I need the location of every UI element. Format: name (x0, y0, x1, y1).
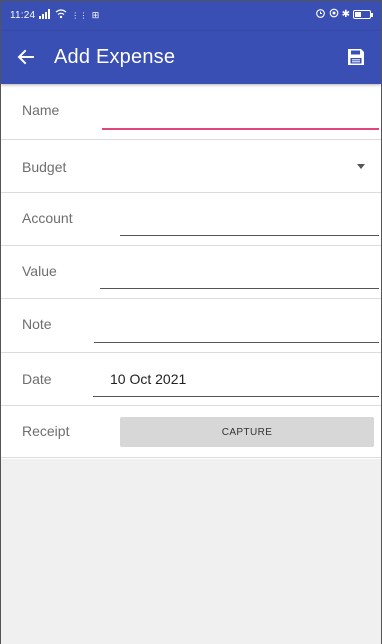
name-field-underline (102, 128, 379, 130)
alarm-icon (315, 8, 326, 20)
account-row: Account (1, 193, 381, 246)
status-left: 11:24 ⋮⋮ ⊞ (10, 9, 99, 22)
app-screen: 11:24 ⋮⋮ ⊞ ✱ Add Expense Name Budget Acc… (0, 0, 382, 644)
save-icon (348, 49, 364, 65)
page-title: Add Expense (54, 46, 176, 68)
name-row: Name (1, 85, 381, 140)
arrow-left-icon (17, 49, 34, 65)
name-field[interactable] (102, 95, 379, 131)
receipt-label: Receipt (22, 423, 70, 439)
network-speed-icon: ⋮⋮ (71, 11, 88, 20)
empty-content-area (1, 459, 381, 644)
status-time: 11:24 (10, 10, 36, 21)
status-right: ✱ (315, 8, 373, 20)
account-label: Account (22, 210, 73, 226)
location-icon (329, 8, 339, 20)
note-field[interactable] (94, 307, 379, 343)
note-row: Note (1, 299, 381, 353)
budget-row: Budget (1, 140, 381, 193)
receipt-row: Receipt CAPTURE (1, 406, 381, 458)
chevron-down-icon (357, 164, 365, 169)
expense-form: Name Budget Account Value Note Date 10 O… (1, 85, 381, 458)
save-button[interactable] (343, 44, 369, 70)
battery-icon (353, 9, 373, 19)
budget-label: Budget (22, 159, 67, 175)
note-field-underline (94, 342, 379, 343)
note-label: Note (22, 316, 52, 332)
date-field-underline (93, 396, 379, 397)
value-field-underline (100, 288, 379, 289)
value-row: Value (1, 246, 381, 299)
date-value: 10 Oct 2021 (110, 371, 187, 387)
back-button[interactable] (13, 44, 39, 70)
value-field[interactable] (100, 254, 379, 290)
signal-icon (39, 9, 51, 22)
date-label: Date (22, 371, 52, 387)
name-label: Name (22, 102, 60, 118)
status-bar: 11:24 ⋮⋮ ⊞ ✱ (1, 1, 381, 31)
notification-icon: ⊞ (91, 10, 100, 20)
budget-dropdown[interactable] (101, 148, 381, 186)
account-field[interactable] (120, 201, 379, 237)
capture-button[interactable]: CAPTURE (120, 417, 374, 447)
app-bar: Add Expense (1, 31, 381, 84)
wifi-icon (55, 9, 67, 22)
value-label: Value (22, 263, 57, 279)
date-row: Date 10 Oct 2021 (1, 353, 381, 406)
account-field-underline (120, 235, 379, 236)
date-field[interactable]: 10 Oct 2021 (93, 361, 379, 397)
bluetooth-icon: ✱ (341, 8, 350, 20)
